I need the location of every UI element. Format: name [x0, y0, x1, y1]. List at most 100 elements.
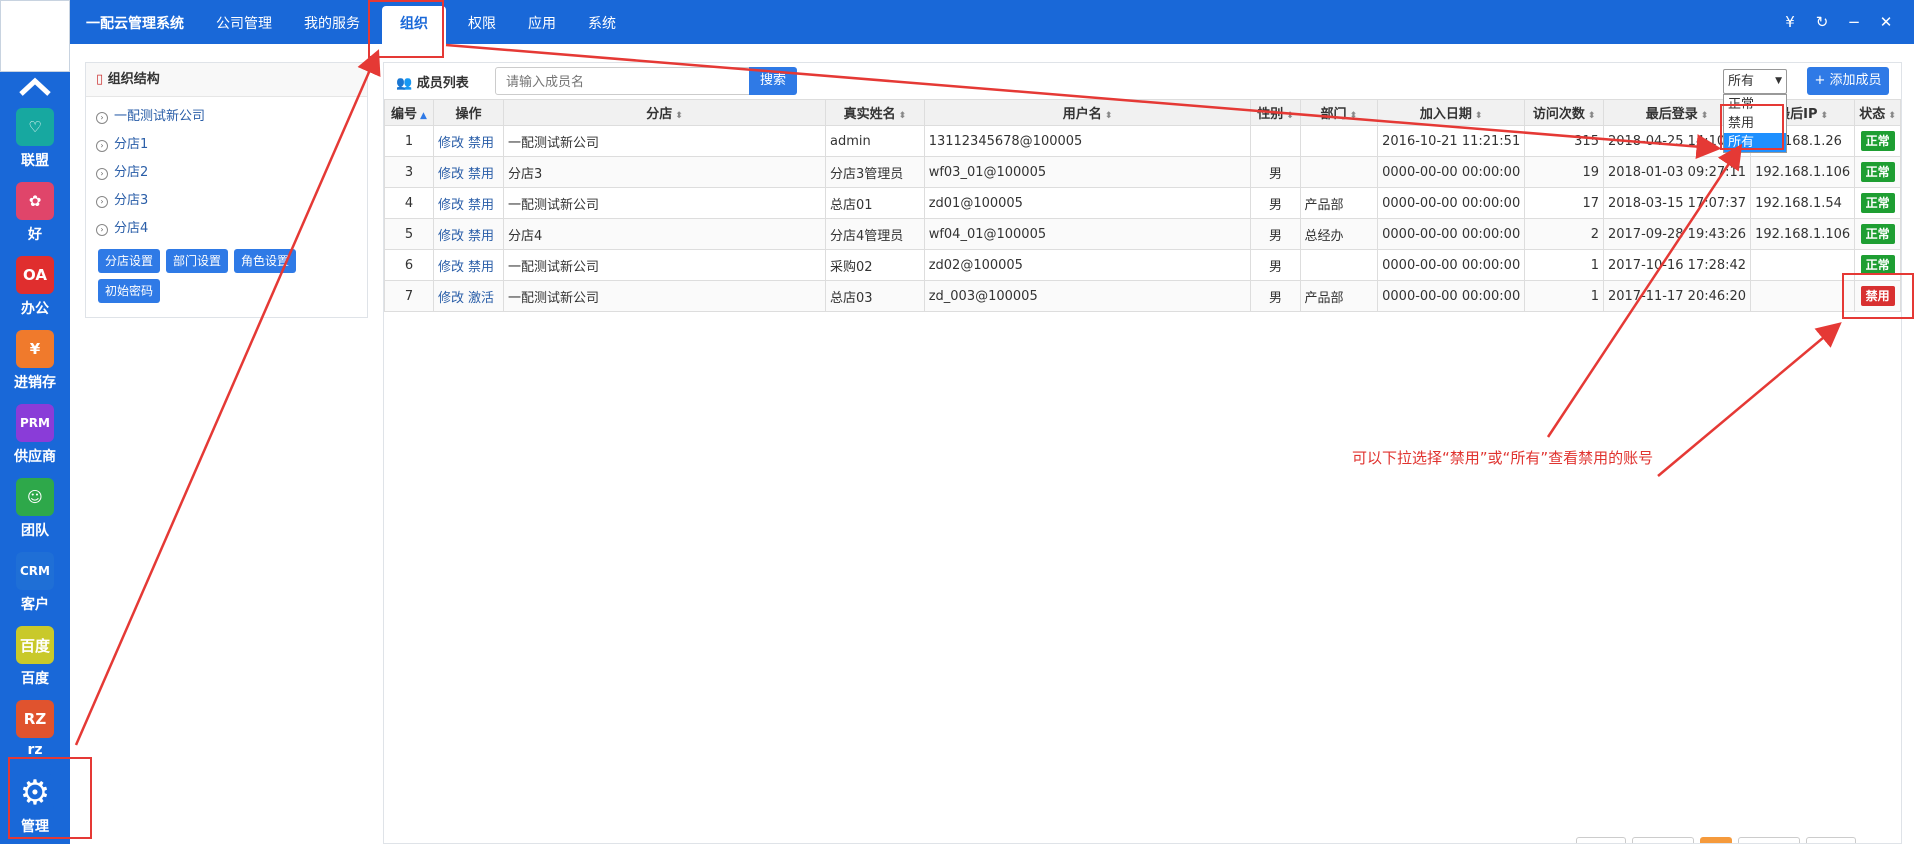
edit-link[interactable]: 修改: [438, 167, 464, 182]
org-panel-title: 组织结构: [107, 72, 160, 87]
column-header[interactable]: 部门 ⬍: [1299, 99, 1379, 126]
sidebar-item-9[interactable]: ⚙ 管理: [0, 768, 70, 842]
org-tree-item[interactable]: › 分店1: [96, 131, 367, 159]
sidebar-item-6[interactable]: CRM 客户: [0, 546, 70, 620]
sidebar-item-0[interactable]: ♡ 联盟: [0, 102, 70, 176]
table-cell: 1: [1524, 280, 1604, 312]
sidebar-item-5[interactable]: ☺ 团队: [0, 472, 70, 546]
column-header[interactable]: 访问次数 ⬍: [1524, 99, 1604, 126]
status-filter-option[interactable]: 禁用: [1724, 114, 1786, 133]
edit-link[interactable]: 修改: [438, 260, 464, 275]
tab-company-management[interactable]: 公司管理: [200, 0, 288, 44]
minimize-icon[interactable]: −: [1838, 13, 1870, 31]
add-member-button[interactable]: + 添加成员: [1807, 67, 1889, 95]
edit-link[interactable]: 修改: [438, 198, 464, 213]
column-header-label: 分店: [646, 107, 673, 122]
column-header[interactable]: 状态 ⬍: [1854, 99, 1901, 126]
edit-link[interactable]: 修改: [438, 291, 464, 306]
tab-my-services[interactable]: 我的服务: [288, 0, 376, 44]
table-cell: 0000-00-00 00:00:00: [1377, 280, 1526, 312]
column-header[interactable]: 性别 ⬍: [1250, 99, 1301, 126]
brand-title: 一配云管理系统: [86, 16, 184, 32]
org-button-3[interactable]: 初始密码: [98, 279, 161, 303]
status-badge: 正常: [1860, 255, 1895, 275]
tab-organization[interactable]: 组织: [382, 6, 446, 44]
pager-button[interactable]: [1632, 837, 1694, 843]
table-cell: 修改 禁用: [433, 156, 504, 188]
table-cell: [1299, 125, 1379, 157]
yen-icon: ¥: [16, 330, 54, 368]
sidebar-item-7[interactable]: 百度 百度: [0, 620, 70, 694]
table-row: 1 修改 禁用 一配测试新公司 admin 13112345678@100005 2016-…: [383, 125, 1901, 157]
org-tree-item[interactable]: › 一配测试新公司: [96, 103, 367, 131]
tab-apps[interactable]: 应用: [512, 0, 572, 44]
member-search-input[interactable]: [495, 67, 751, 95]
rz-icon: RZ: [16, 700, 54, 738]
table-cell: 正常: [1854, 156, 1901, 188]
org-button-1[interactable]: 部门设置: [166, 249, 229, 273]
table-cell: 19: [1524, 156, 1604, 188]
table-cell: 2018-01-03 09:27:11: [1602, 156, 1752, 188]
tab-system[interactable]: 系统: [572, 0, 632, 44]
edit-link[interactable]: 修改: [438, 136, 464, 151]
column-header[interactable]: 真实姓名 ⬍: [825, 99, 925, 126]
sidebar-item-label: 进销存: [14, 375, 56, 391]
disable-link[interactable]: 禁用: [468, 198, 494, 213]
tab-permissions[interactable]: 权限: [452, 0, 512, 44]
sort-icon: ⬍: [1474, 111, 1483, 121]
yen-icon[interactable]: ¥: [1774, 13, 1806, 31]
disable-link[interactable]: 禁用: [468, 136, 494, 151]
table-cell: 1: [383, 125, 435, 157]
sidebar-item-1[interactable]: ✿ 好: [0, 176, 70, 250]
table-cell: 13112345678@100005: [923, 125, 1252, 157]
sidebar-collapse-button[interactable]: [0, 72, 70, 102]
org-tree-item[interactable]: › 分店3: [96, 187, 367, 215]
disable-link[interactable]: 禁用: [468, 229, 494, 244]
pager-current[interactable]: [1700, 837, 1732, 843]
sort-icon: ⬍: [1286, 111, 1294, 121]
table-cell: 3: [383, 156, 435, 188]
edit-link[interactable]: 修改: [438, 229, 464, 244]
sidebar-item-4[interactable]: PRM 供应商: [0, 398, 70, 472]
refresh-icon[interactable]: ↻: [1806, 13, 1838, 31]
org-tree-item[interactable]: › 分店4: [96, 215, 367, 243]
sidebar-item-label: 好: [28, 227, 42, 243]
column-header[interactable]: 分店 ⬍: [502, 99, 827, 126]
sidebar-item-label: 管理: [21, 819, 49, 835]
sidebar-item-8[interactable]: RZ rz: [0, 694, 70, 768]
table-cell: 总经办: [1299, 218, 1379, 250]
org-tree-item[interactable]: › 分店2: [96, 159, 367, 187]
top-bar: 一配云管理系统 公司管理 我的服务 组织 权限 应用 系统 ¥ ↻ − ✕: [0, 0, 1914, 44]
column-header-label: 编号: [391, 107, 418, 122]
sidebar-item-3[interactable]: ¥ 进销存: [0, 324, 70, 398]
column-header[interactable]: 编号 ▲: [383, 99, 435, 126]
column-header-label: 部门: [1320, 107, 1347, 122]
table-cell: 192.168.1.106: [1750, 218, 1856, 250]
status-filter-option[interactable]: 正常: [1724, 95, 1786, 114]
status-filter-option[interactable]: 所有: [1724, 133, 1786, 152]
org-button-2[interactable]: 角色设置: [234, 249, 297, 273]
column-header-label: 加入日期: [1419, 107, 1472, 122]
status-filter-select[interactable]: 所有 ▼: [1723, 69, 1787, 94]
chevron-up-icon: [19, 77, 51, 96]
pager-button[interactable]: [1576, 837, 1626, 843]
pager-button[interactable]: [1806, 837, 1856, 843]
search-button[interactable]: 搜索: [749, 67, 797, 95]
disable-link[interactable]: 禁用: [468, 260, 494, 275]
close-icon[interactable]: ✕: [1870, 13, 1902, 31]
sidebar-item-2[interactable]: OA 办公: [0, 250, 70, 324]
pager-button[interactable]: [1738, 837, 1800, 843]
org-button-0[interactable]: 分店设置: [98, 249, 161, 273]
disable-link[interactable]: 禁用: [468, 167, 494, 182]
table-cell: zd02@100005: [923, 249, 1252, 281]
member-list-title: 成员列表: [416, 76, 469, 91]
column-header[interactable]: 加入日期 ⬍: [1377, 99, 1526, 126]
table-cell: [1250, 125, 1301, 157]
column-header[interactable]: 用户名 ⬍: [923, 99, 1252, 126]
column-header[interactable]: 操作: [433, 99, 504, 126]
table-cell: 男: [1250, 156, 1301, 188]
table-cell: 6: [383, 249, 435, 281]
activate-link[interactable]: 激活: [468, 291, 494, 306]
table-cell: 2: [1524, 218, 1604, 250]
sidebar-item-label: 供应商: [14, 449, 56, 465]
